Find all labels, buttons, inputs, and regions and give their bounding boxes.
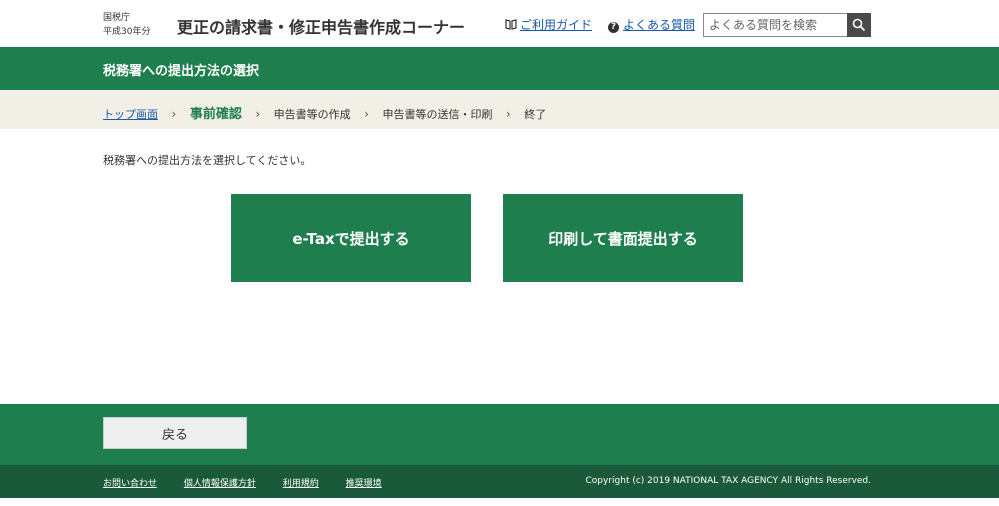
app-title: 更正の請求書・修正申告書作成コーナー <box>177 18 466 37</box>
breadcrumb-separator: › <box>364 107 369 121</box>
agency-block: 国税庁 平成30年分 <box>103 11 150 39</box>
faq-search <box>703 13 871 37</box>
site-footer: お問い合わせ 個人情報保護方針 利用規約 推奨環境 Copyright (c) … <box>0 465 999 498</box>
footer-link-privacy[interactable]: 個人情報保護方針 <box>184 479 256 489</box>
search-button[interactable] <box>847 13 871 37</box>
footer-nav-band: 戻る <box>0 404 999 465</box>
breadcrumb-item-top[interactable]: トップ画面 <box>103 108 158 121</box>
instruction-text: 税務署への提出方法を選択してください。 <box>103 154 312 167</box>
guide-link[interactable]: ご利用ガイド <box>520 18 592 32</box>
question-icon: ? <box>608 22 620 33</box>
search-icon <box>852 18 866 32</box>
header-links: ご利用ガイド? よくある質問 <box>505 16 695 33</box>
page-title-band: 税務署への提出方法の選択 <box>0 47 999 90</box>
breadcrumb-item-finish: 終了 <box>524 108 547 121</box>
page-title: 税務署への提出方法の選択 <box>103 64 260 79</box>
breadcrumb-steps: トップ画面 › 事前確認 › 申告書等の作成 › 申告書等の送信・印刷 › 終了 <box>103 103 546 122</box>
breadcrumb-separator: › <box>505 107 511 121</box>
footer-link-contact[interactable]: お問い合わせ <box>103 479 157 489</box>
back-button[interactable]: 戻る <box>103 417 247 449</box>
tax-year: 平成30年分 <box>103 27 151 37</box>
breadcrumb-separator: › <box>255 107 261 121</box>
breadcrumb-item-create: 申告書等の作成 <box>273 108 351 121</box>
agency-name: 国税庁 <box>103 13 131 23</box>
site-header: 国税庁 平成30年分 更正の請求書・修正申告書作成コーナー ご利用ガイド? よくあ… <box>0 0 999 47</box>
search-input[interactable] <box>703 13 847 37</box>
breadcrumb-item-send-print: 申告書等の送信・印刷 <box>382 108 493 121</box>
book-icon <box>505 19 517 30</box>
faq-link[interactable]: よくある質問 <box>623 18 695 32</box>
etax-submit-button[interactable]: e-Taxで提出する <box>231 194 471 282</box>
copyright: Copyright (c) 2019 NATIONAL TAX AGENCY A… <box>585 476 872 486</box>
breadcrumb: トップ画面 › 事前確認 › 申告書等の作成 › 申告書等の送信・印刷 › 終了 <box>0 90 999 129</box>
breadcrumb-item-current: 事前確認 <box>189 107 242 122</box>
footer-links: お問い合わせ 個人情報保護方針 利用規約 推奨環境 <box>103 476 406 489</box>
footer-link-terms[interactable]: 利用規約 <box>283 479 319 489</box>
footer-link-environment[interactable]: 推奨環境 <box>346 479 382 489</box>
print-submit-button[interactable]: 印刷して書面提出する <box>503 194 743 282</box>
breadcrumb-separator: › <box>171 107 177 121</box>
